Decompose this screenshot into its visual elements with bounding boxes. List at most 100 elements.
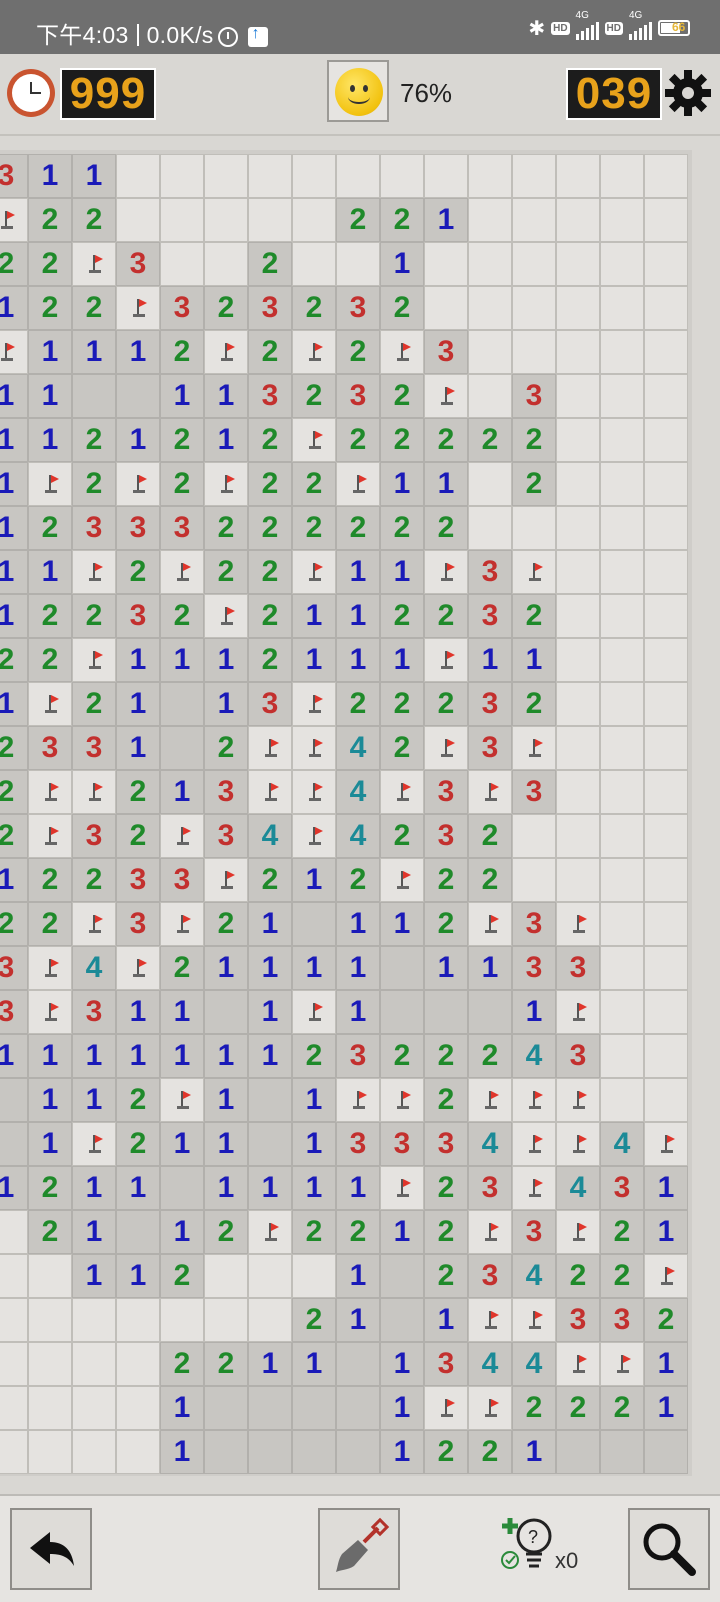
revealed-number-cell[interactable]: 2 [28,242,72,286]
revealed-number-cell[interactable]: 1 [0,858,28,902]
revealed-number-cell[interactable]: 2 [380,814,424,858]
covered-cell[interactable] [512,154,556,198]
revealed-number-cell[interactable]: 1 [424,946,468,990]
revealed-number-cell[interactable]: 1 [644,1210,688,1254]
revealed-number-cell[interactable]: 3 [468,1166,512,1210]
covered-cell[interactable] [556,154,600,198]
flagged-cell[interactable] [468,1386,512,1430]
revealed-number-cell[interactable]: 2 [248,594,292,638]
revealed-number-cell[interactable]: 3 [72,814,116,858]
revealed-number-cell[interactable]: 2 [424,506,468,550]
covered-cell[interactable] [556,462,600,506]
covered-cell[interactable] [644,814,688,858]
revealed-number-cell[interactable]: 3 [248,682,292,726]
revealed-number-cell[interactable]: 2 [72,594,116,638]
covered-cell[interactable] [204,1298,248,1342]
revealed-number-cell[interactable]: 1 [292,1078,336,1122]
covered-cell[interactable] [204,154,248,198]
covered-cell[interactable] [512,198,556,242]
revealed-number-cell[interactable]: 3 [424,770,468,814]
covered-cell[interactable] [644,858,688,902]
revealed-number-cell[interactable]: 1 [248,946,292,990]
covered-cell[interactable] [600,198,644,242]
covered-cell[interactable] [600,1078,644,1122]
covered-cell[interactable] [248,154,292,198]
flagged-cell[interactable] [292,550,336,594]
revealed-number-cell[interactable]: 3 [424,1342,468,1386]
revealed-number-cell[interactable]: 1 [0,1034,28,1078]
covered-cell[interactable] [600,330,644,374]
revealed-number-cell[interactable]: 2 [468,1034,512,1078]
flagged-cell[interactable] [556,902,600,946]
revealed-number-cell[interactable]: 2 [468,1430,512,1474]
flagged-cell[interactable] [512,1298,556,1342]
covered-cell[interactable] [336,154,380,198]
covered-cell[interactable] [644,506,688,550]
covered-cell[interactable] [600,462,644,506]
revealed-empty-cell[interactable] [0,1078,28,1122]
revealed-number-cell[interactable]: 2 [512,682,556,726]
covered-cell[interactable] [468,462,512,506]
revealed-number-cell[interactable]: 2 [28,902,72,946]
revealed-number-cell[interactable]: 1 [424,1298,468,1342]
revealed-number-cell[interactable]: 4 [468,1342,512,1386]
revealed-number-cell[interactable]: 2 [336,506,380,550]
revealed-number-cell[interactable]: 1 [160,770,204,814]
flagged-cell[interactable] [292,682,336,726]
revealed-number-cell[interactable]: 1 [336,990,380,1034]
covered-cell[interactable] [28,1430,72,1474]
revealed-number-cell[interactable]: 3 [160,506,204,550]
revealed-number-cell[interactable]: 3 [0,946,28,990]
revealed-empty-cell[interactable] [380,946,424,990]
covered-cell[interactable] [116,198,160,242]
revealed-empty-cell[interactable] [380,990,424,1034]
revealed-number-cell[interactable]: 1 [292,638,336,682]
covered-cell[interactable] [160,198,204,242]
flagged-cell[interactable] [556,1342,600,1386]
covered-cell[interactable] [644,594,688,638]
revealed-number-cell[interactable]: 3 [204,814,248,858]
revealed-number-cell[interactable]: 4 [512,1342,556,1386]
covered-cell[interactable] [600,374,644,418]
covered-cell[interactable] [556,726,600,770]
covered-cell[interactable] [556,770,600,814]
revealed-number-cell[interactable]: 1 [0,286,28,330]
flagged-cell[interactable] [424,374,468,418]
flagged-cell[interactable] [556,1210,600,1254]
covered-cell[interactable] [336,242,380,286]
flagged-cell[interactable] [72,902,116,946]
revealed-number-cell[interactable]: 2 [424,594,468,638]
revealed-number-cell[interactable]: 2 [380,286,424,330]
flagged-cell[interactable] [116,946,160,990]
flagged-cell[interactable] [556,1078,600,1122]
revealed-number-cell[interactable]: 2 [204,286,248,330]
covered-cell[interactable] [116,1342,160,1386]
revealed-number-cell[interactable]: 2 [248,418,292,462]
flagged-cell[interactable] [160,550,204,594]
revealed-number-cell[interactable]: 3 [468,594,512,638]
revealed-number-cell[interactable]: 1 [116,1254,160,1298]
revealed-number-cell[interactable]: 2 [72,682,116,726]
revealed-number-cell[interactable]: 2 [248,242,292,286]
revealed-empty-cell[interactable] [160,726,204,770]
covered-cell[interactable] [556,198,600,242]
covered-cell[interactable] [600,1034,644,1078]
covered-cell[interactable] [28,1298,72,1342]
flagged-cell[interactable] [72,242,116,286]
flagged-cell[interactable] [468,1298,512,1342]
covered-cell[interactable] [0,1430,28,1474]
revealed-number-cell[interactable]: 1 [160,990,204,1034]
revealed-number-cell[interactable]: 1 [72,1166,116,1210]
covered-cell[interactable] [424,286,468,330]
revealed-number-cell[interactable]: 2 [0,814,28,858]
revealed-empty-cell[interactable] [600,1430,644,1474]
flagged-cell[interactable] [160,902,204,946]
revealed-number-cell[interactable]: 4 [512,1254,556,1298]
covered-cell[interactable] [600,726,644,770]
revealed-number-cell[interactable]: 2 [292,462,336,506]
flagged-cell[interactable] [248,726,292,770]
flagged-cell[interactable] [204,594,248,638]
flagged-cell[interactable] [204,462,248,506]
covered-cell[interactable] [468,198,512,242]
revealed-empty-cell[interactable] [72,374,116,418]
